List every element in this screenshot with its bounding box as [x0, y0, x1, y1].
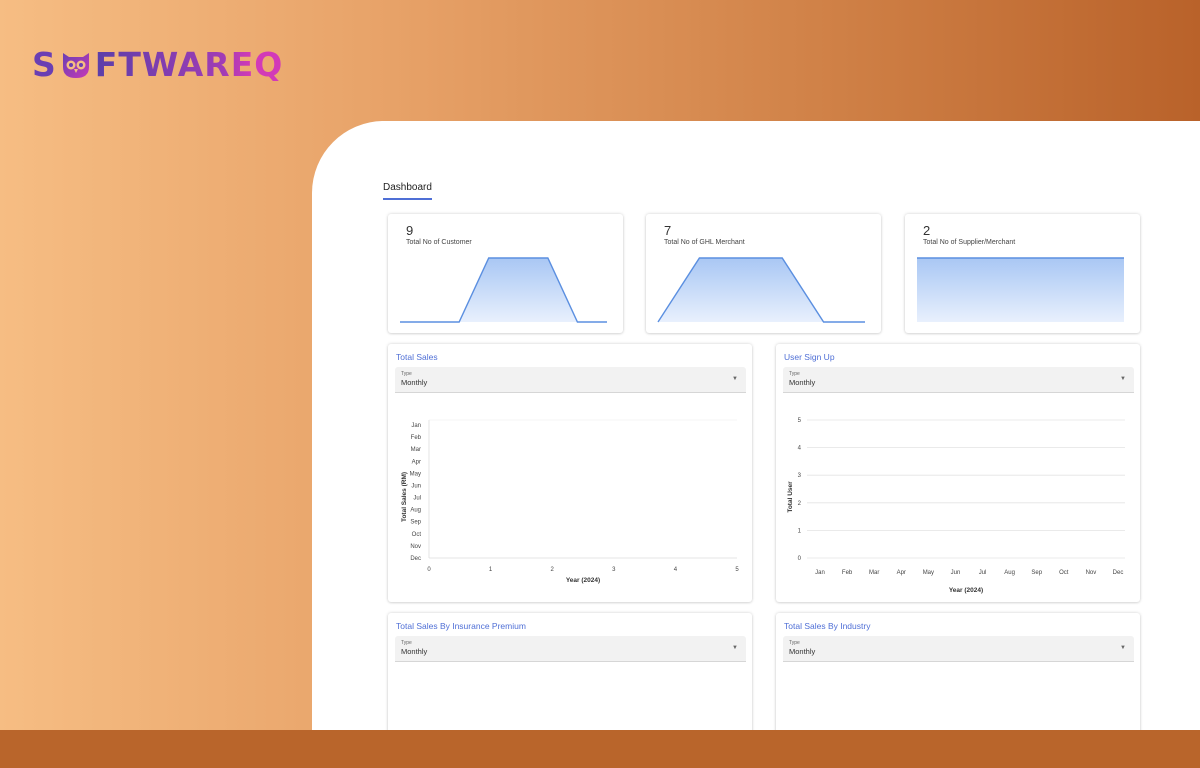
- y-axis-title: Total User: [787, 481, 794, 513]
- kpi-card-customers: 9 Total No of Customer: [388, 214, 623, 333]
- y-tick-label: Mar: [411, 447, 421, 453]
- x-tick-label: 2: [551, 567, 555, 573]
- sparkline-area: [658, 258, 865, 322]
- select-value: Monthly: [789, 647, 816, 656]
- user-signup-card: 0 1 2 3 4 5 Jan Feb Mar Apr May Jun Jul Aug Sep Oct Nov D…: [776, 344, 1140, 602]
- select-value: Monthly: [789, 378, 816, 387]
- type-select[interactable]: Type Monthly ▼: [783, 636, 1134, 662]
- x-tick-label: 4: [674, 567, 678, 573]
- x-tick-label: May: [923, 570, 934, 576]
- chart-title: Total Sales By Insurance Premium: [396, 621, 526, 631]
- select-label: Type: [789, 371, 800, 377]
- x-tick-label: 5: [735, 567, 739, 573]
- kpi-sparkline: [400, 257, 607, 323]
- select-value: Monthly: [401, 378, 428, 387]
- chevron-down-icon: ▼: [732, 645, 738, 651]
- y-tick-label: Oct: [412, 532, 422, 538]
- chevron-down-icon: ▼: [732, 376, 738, 382]
- select-label: Type: [789, 640, 800, 646]
- select-label: Type: [401, 371, 412, 377]
- kpi-value: 9: [406, 223, 414, 238]
- x-tick-label: 1: [489, 567, 493, 573]
- x-tick-label: Sep: [1031, 570, 1042, 576]
- dashboard-window: Dashboard 9 Total No of Customer 7 Total…: [312, 121, 1200, 730]
- logo-letter-q: Q: [254, 44, 284, 84]
- sparkline-area: [917, 258, 1124, 322]
- x-tick-label: Jul: [979, 570, 987, 576]
- chart-title: Total Sales By Industry: [784, 621, 871, 631]
- kpi-sparkline: [657, 257, 865, 323]
- kpi-label: Total No of GHL Merchant: [664, 239, 745, 246]
- type-select[interactable]: Type Monthly ▼: [395, 636, 746, 662]
- chart-title: Total Sales: [396, 352, 438, 362]
- insurance-premium-card: Total Sales By Insurance Premium Type Mo…: [388, 613, 752, 730]
- x-tick-label: Apr: [897, 570, 906, 576]
- logo-text: FTWARE: [94, 44, 255, 84]
- y-tick-label: Apr: [412, 459, 421, 465]
- x-tick-label: 3: [612, 567, 616, 573]
- y-tick-label: Nov: [410, 544, 421, 550]
- kpi-card-suppliers: 2 Total No of Supplier/Merchant: [905, 214, 1140, 333]
- x-tick-label: Feb: [842, 570, 853, 576]
- y-tick-label: Jul: [413, 496, 421, 502]
- kpi-label: Total No of Supplier/Merchant: [923, 239, 1016, 246]
- total-sales-card: Jan Feb Mar Apr May Jun Jul Aug Sep Oct Nov Dec 0 1 2 3…: [388, 344, 752, 602]
- y-tick-label: 0: [798, 556, 802, 562]
- kpi-value: 2: [923, 223, 931, 238]
- x-tick-label: Mar: [869, 570, 879, 576]
- y-axis-title: Total Sales (RM): [401, 472, 408, 522]
- y-tick-label: Aug: [410, 508, 421, 514]
- x-tick-label: Nov: [1086, 570, 1097, 576]
- chevron-down-icon: ▼: [1120, 376, 1126, 382]
- kpi-card-ghl-merchants: 7 Total No of GHL Merchant: [646, 214, 881, 333]
- y-tick-label: Jan: [411, 423, 421, 429]
- y-tick-label: Jun: [411, 483, 421, 489]
- y-tick-label: May: [410, 471, 421, 477]
- kpi-sparkline: [917, 257, 1124, 322]
- kpi-value: 7: [664, 223, 672, 238]
- type-select[interactable]: Type Monthly ▼: [395, 367, 746, 393]
- x-tick-label: 0: [427, 567, 431, 573]
- y-tick-label: 2: [798, 501, 802, 507]
- y-tick-label: Dec: [410, 556, 421, 562]
- select-label: Type: [401, 640, 412, 646]
- footer-band: [0, 730, 1200, 768]
- x-tick-label: Jan: [815, 570, 825, 576]
- logo-letter-s: S: [32, 44, 57, 84]
- x-tick-label: Aug: [1004, 570, 1015, 576]
- tab-dashboard[interactable]: Dashboard: [383, 182, 432, 200]
- x-tick-label: Oct: [1059, 570, 1069, 576]
- y-tick-label: Feb: [411, 435, 422, 441]
- chart-title: User Sign Up: [784, 352, 835, 362]
- x-axis-title: Year (2024): [949, 587, 983, 594]
- y-tick-label: 1: [798, 528, 802, 534]
- owl-icon: [62, 53, 89, 78]
- y-tick-label: 3: [798, 473, 802, 479]
- y-tick-label: Sep: [410, 520, 421, 526]
- select-value: Monthly: [401, 647, 428, 656]
- chevron-down-icon: ▼: [1120, 645, 1126, 651]
- y-tick-label: 5: [798, 418, 802, 424]
- type-select[interactable]: Type Monthly ▼: [783, 367, 1134, 393]
- x-axis-title: Year (2024): [566, 577, 600, 584]
- x-tick-label: Jun: [951, 570, 961, 576]
- y-tick-label: 4: [798, 446, 802, 452]
- softwareq-logo: S FTWARE Q: [32, 44, 283, 84]
- x-tick-label: Dec: [1113, 570, 1124, 576]
- sparkline-area: [400, 258, 607, 322]
- kpi-label: Total No of Customer: [406, 239, 472, 246]
- industry-card: Total Sales By Industry Type Monthly ▼: [776, 613, 1140, 730]
